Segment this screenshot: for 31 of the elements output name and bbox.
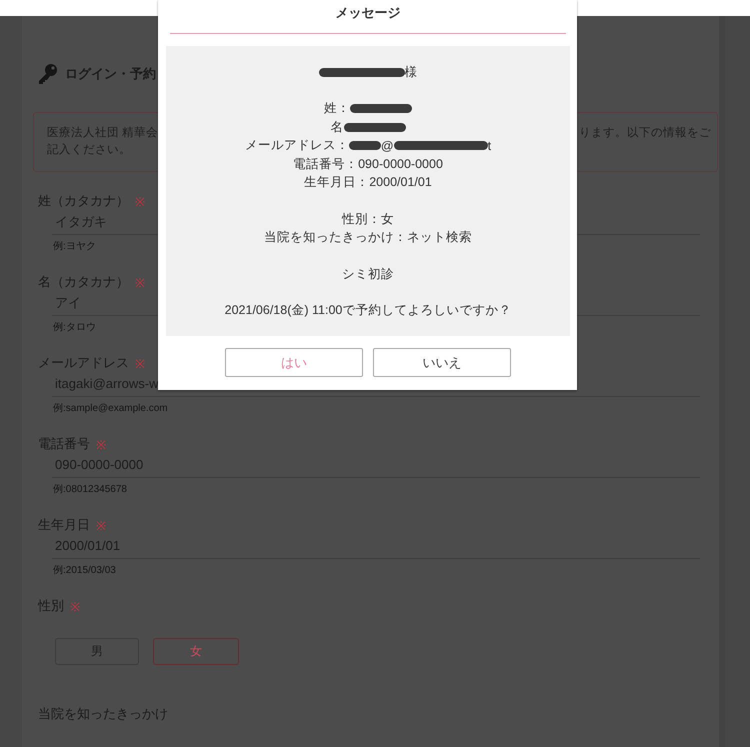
key-icon bbox=[37, 63, 59, 85]
field-hint: 例:ヨヤク bbox=[53, 240, 96, 253]
yes-button[interactable]: はい bbox=[225, 348, 363, 377]
redaction-mark bbox=[348, 141, 381, 150]
dialog-title: メッセージ bbox=[336, 4, 400, 22]
required-mark: ※ bbox=[96, 436, 106, 452]
no-button[interactable]: いいえ bbox=[373, 348, 511, 377]
required-mark: ※ bbox=[135, 274, 145, 290]
required-mark: ※ bbox=[135, 356, 145, 372]
required-mark: ※ bbox=[96, 518, 106, 534]
field-hint: 例:sample@example.com bbox=[53, 402, 168, 415]
message-text: 様 bbox=[404, 64, 418, 81]
field-hint: 例:2015/03/03 bbox=[53, 564, 116, 577]
redaction-mark bbox=[350, 104, 412, 114]
required-mark: ※ bbox=[70, 598, 80, 614]
message-text: シミ初診 bbox=[342, 266, 394, 283]
option-button[interactable]: 女 bbox=[153, 638, 239, 665]
required-mark: ※ bbox=[135, 194, 145, 210]
message-text: @ bbox=[380, 138, 394, 153]
message-text: 姓： bbox=[324, 100, 350, 118]
message-text: 名 bbox=[330, 118, 344, 136]
message-text: 当院を知ったきっかけ：ネット検索 bbox=[264, 229, 472, 246]
message-text: 電話番号：090-0000-0000 bbox=[293, 156, 443, 173]
message-text: 2021/06/18(金) 11:00で予約してよろしいですか？ bbox=[224, 302, 512, 320]
field-hint: 例:タロウ bbox=[53, 321, 96, 334]
message-text: メールアドレス： bbox=[244, 137, 349, 154]
field-hint: 例:08012345678 bbox=[53, 483, 127, 496]
redaction-mark bbox=[344, 122, 406, 132]
message-text: 生年月日：2000/01/01 bbox=[304, 174, 432, 192]
message-text: 性別：女 bbox=[342, 210, 394, 228]
message-text: t bbox=[488, 138, 492, 153]
